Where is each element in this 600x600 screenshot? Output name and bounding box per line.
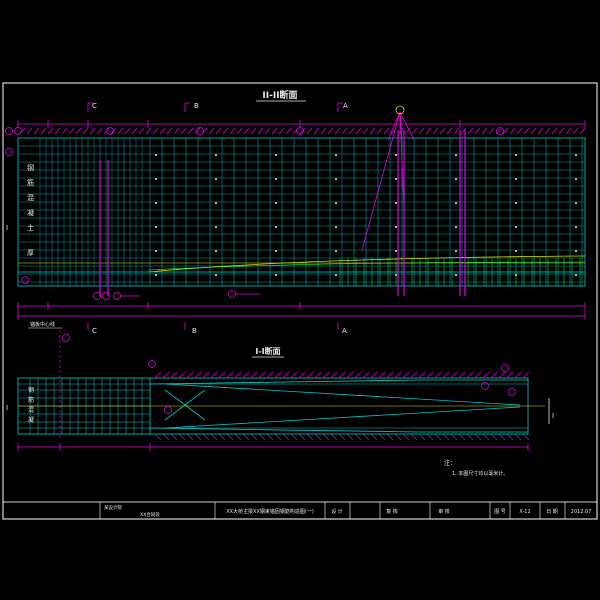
- lower-section-title: I-I断面: [255, 346, 280, 356]
- lower-i-left: I: [6, 404, 8, 412]
- svg-text:钢: 钢: [28, 386, 34, 394]
- note-header: 注：: [444, 459, 456, 467]
- anchor-centerline-note: 锚板中心线: [30, 321, 55, 328]
- svg-text:钢: 钢: [27, 163, 34, 172]
- note-line-1: 1. 本图尺寸均以毫米计。: [452, 470, 508, 477]
- lower-i-right: I: [552, 412, 554, 420]
- svg-text:凝: 凝: [27, 208, 34, 217]
- svg-text:厚: 厚: [27, 249, 34, 257]
- titleblock-date-label: 日 期: [546, 509, 558, 515]
- svg-text:凝: 凝: [28, 416, 34, 424]
- titleblock-number-label: 图 号: [494, 509, 506, 515]
- section-mark-c-bottom: C: [92, 327, 97, 335]
- titleblock-review-label: 审 核: [438, 508, 450, 515]
- titleblock-date-value: 2012.07: [571, 509, 592, 515]
- section-mark-i-left: I: [6, 224, 8, 232]
- section-mark-b-bottom: B: [192, 327, 197, 335]
- titleblock-drawing-name: XX大桥主梁XX钢束锚固钢筋构造图(一): [226, 508, 314, 515]
- titleblock-number-value: X-12: [519, 509, 530, 515]
- svg-text:筋: 筋: [27, 178, 34, 187]
- section-mark-b-top: B: [194, 102, 199, 110]
- titleblock-design-label: 设 计: [331, 508, 343, 515]
- section-mark-c-top: C: [92, 102, 97, 110]
- cad-drawing-canvas: II-II断面 C B A 钢 筋 混 凝 土 厚 I C B A 锚板中心线 …: [0, 0, 600, 600]
- titleblock-project: XX合同段: [140, 511, 160, 518]
- section-mark-a-top: A: [343, 102, 348, 110]
- svg-text:筋: 筋: [28, 396, 34, 404]
- svg-text:混: 混: [27, 193, 34, 202]
- titleblock-company: 某设计院: [104, 504, 122, 511]
- svg-text:土: 土: [27, 223, 34, 232]
- svg-text:混: 混: [28, 406, 34, 414]
- upper-section-title: II-II断面: [262, 89, 297, 101]
- titleblock-check-label: 复 核: [386, 508, 398, 515]
- section-mark-a-bottom: A: [342, 327, 347, 335]
